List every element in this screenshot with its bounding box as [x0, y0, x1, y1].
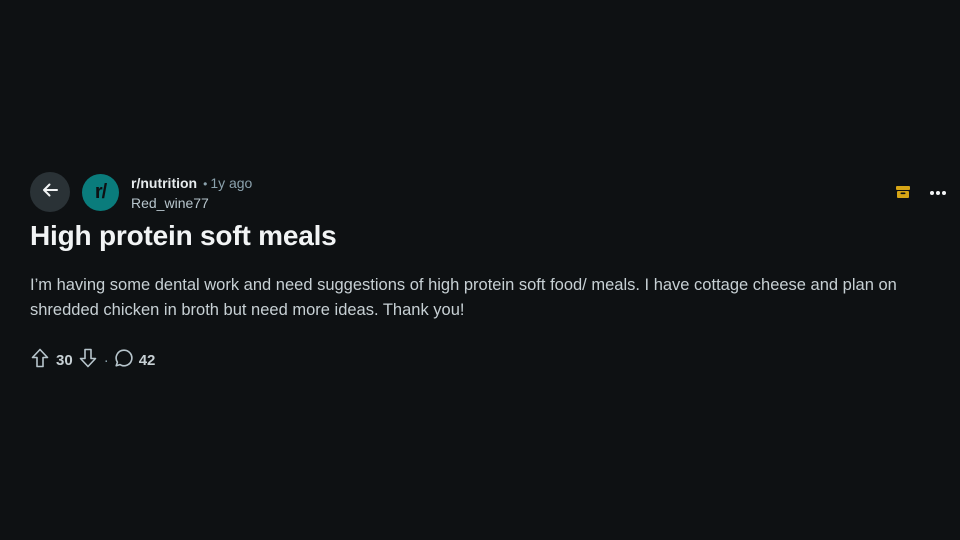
post-actions-right — [894, 180, 950, 204]
arrow-left-icon — [40, 180, 60, 205]
comment-count: 42 — [138, 351, 156, 369]
post-meta: r/nutrition • 1y ago Red_wine77 — [131, 174, 252, 213]
post-title: High protein soft meals — [30, 220, 337, 251]
footer-separator: · — [103, 351, 109, 369]
comments-button[interactable]: 42 — [114, 348, 156, 372]
upvote-button[interactable] — [30, 348, 50, 372]
subreddit-avatar-text: r/ — [94, 181, 107, 203]
downvote-button[interactable] — [78, 348, 98, 372]
post-header: r/ r/nutrition • 1y ago Red_wine77 — [30, 172, 950, 212]
post-container: r/ r/nutrition • 1y ago Red_wine77 High … — [30, 172, 950, 372]
more-options-button[interactable] — [926, 180, 950, 204]
subreddit-avatar[interactable]: r/ — [82, 174, 119, 211]
author-link[interactable]: Red_wine77 — [131, 194, 252, 213]
back-button[interactable] — [30, 172, 70, 212]
arrow-up-outline-icon — [31, 348, 49, 372]
vote-score: 30 — [56, 351, 73, 369]
post-body: I’m having some dental work and need sug… — [30, 276, 897, 319]
arrow-down-outline-icon — [79, 348, 97, 372]
speech-bubble-icon — [114, 348, 134, 372]
more-horizontal-icon — [929, 183, 947, 201]
meta-separator: • — [203, 177, 208, 191]
post-time: 1y ago — [210, 175, 253, 191]
archive-icon — [894, 183, 912, 201]
post-footer: 30 · 42 — [30, 348, 950, 372]
subreddit-link[interactable]: r/nutrition — [131, 175, 197, 191]
